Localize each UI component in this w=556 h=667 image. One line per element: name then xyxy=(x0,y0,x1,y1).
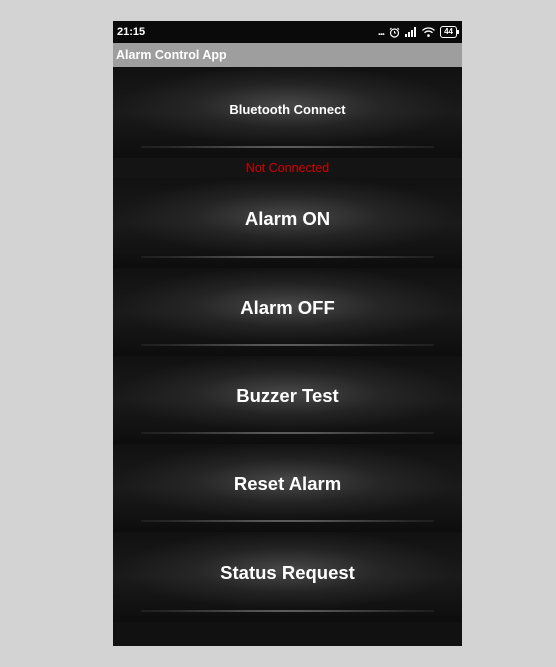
app-title: Alarm Control App xyxy=(116,48,227,62)
bluetooth-connect-button[interactable]: Bluetooth Connect xyxy=(113,67,462,158)
reset-alarm-button[interactable]: Reset Alarm xyxy=(113,444,462,532)
phone-screen: 21:15 ... 44 Alarm Control App Bluetooth… xyxy=(113,21,462,646)
bluetooth-connect-label: Bluetooth Connect xyxy=(229,102,346,117)
buzzer-test-label: Buzzer Test xyxy=(236,385,339,406)
more-dots-icon: ... xyxy=(377,26,385,38)
battery-icon: 44 xyxy=(440,26,459,38)
alarm-clock-icon xyxy=(389,27,400,38)
reset-alarm-label: Reset Alarm xyxy=(233,473,342,494)
signal-icon xyxy=(405,27,417,37)
buzzer-test-button[interactable]: Buzzer Test xyxy=(113,356,462,444)
status-bar: 21:15 ... 44 xyxy=(113,21,462,43)
wifi-icon xyxy=(422,27,436,37)
alarm-on-button[interactable]: Alarm ON xyxy=(113,178,462,268)
alarm-off-button[interactable]: Alarm OFF xyxy=(113,268,462,356)
app-title-bar: Alarm Control App xyxy=(113,43,462,67)
status-request-label: Status Request xyxy=(220,562,355,583)
status-request-button[interactable]: Status Request xyxy=(113,532,462,622)
status-time: 21:15 xyxy=(117,26,146,38)
alarm-on-label: Alarm ON xyxy=(244,208,331,229)
connection-status-text: Not Connected xyxy=(245,161,330,175)
alarm-off-label: Alarm OFF xyxy=(240,297,335,318)
status-icons: ... 44 xyxy=(377,26,459,38)
connection-status: Not Connected xyxy=(113,158,462,178)
